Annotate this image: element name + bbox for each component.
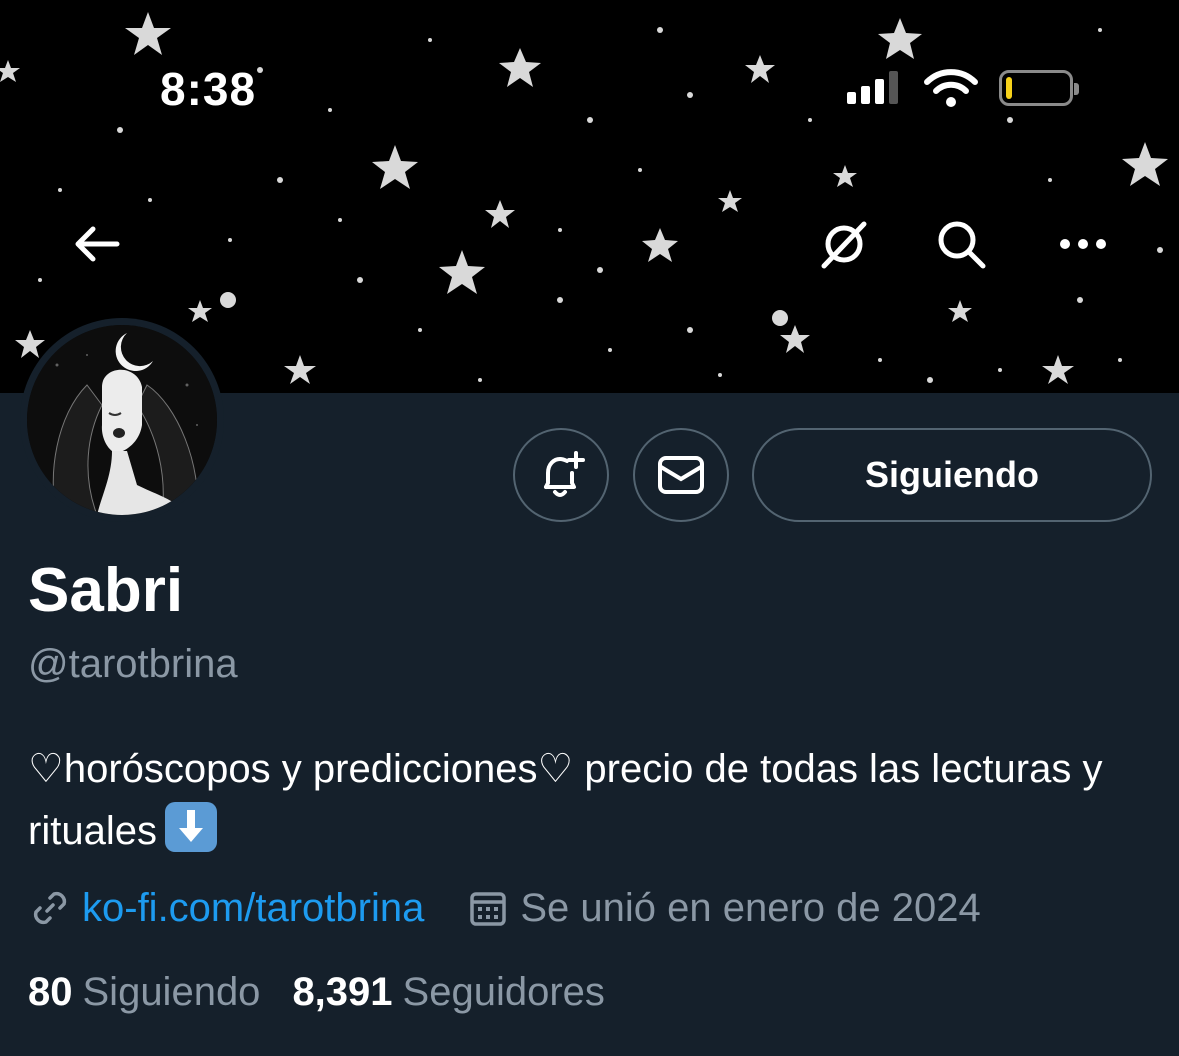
envelope-icon [658,456,704,494]
following-label: Siguiendo [82,970,261,1014]
profile-bio: ♡horóscopos y predicciones♡ precio de to… [28,738,1148,862]
back-arrow-icon [75,226,120,262]
following-count: 80 [28,970,73,1014]
avatar-image [27,325,217,515]
link-icon [33,891,67,925]
search-button[interactable] [932,215,990,273]
star [1122,142,1168,186]
star [499,48,541,87]
arrow-down-emoji-icon [164,802,217,852]
wifi-icon [924,69,978,107]
calendar-icon [470,892,507,926]
star [284,355,316,384]
more-options-button[interactable] [1054,215,1112,273]
battery-icon [999,70,1079,106]
star [780,325,810,353]
star [0,60,20,82]
star [15,330,45,358]
star [642,228,678,262]
search-icon [938,221,986,269]
grok-icon [821,221,867,269]
star [878,18,922,59]
followers-label: Seguidores [402,970,605,1014]
star [485,200,515,228]
star [948,300,972,322]
following-stat[interactable]: 80 Siguiendo [28,970,260,1015]
star [718,190,742,212]
profile-avatar[interactable] [20,318,224,522]
grok-button[interactable] [815,215,873,273]
star [439,250,485,294]
status-bar-indicators [845,68,1085,112]
notifications-button[interactable] [513,428,609,522]
message-button[interactable] [633,428,729,522]
star [745,55,775,83]
display-name: Sabri [28,556,184,625]
star [1042,355,1074,384]
back-button[interactable] [68,215,126,273]
star [372,145,418,189]
follow-stats: 80 Siguiendo 8,391 Seguidores [28,970,637,1015]
star [125,12,171,55]
followers-stat[interactable]: 8,391 Seguidores [292,970,604,1015]
bell-plus-icon [544,451,585,497]
status-bar-time: 8:38 [160,63,257,115]
more-dots-icon [1060,239,1106,249]
followers-count: 8,391 [292,970,393,1014]
profile-website-link[interactable]: ko-fi.com/tarotbrina [82,886,424,931]
user-handle: @tarotbrina [28,642,238,686]
star [833,165,857,187]
join-date: Se unió en enero de 2024 [520,885,981,930]
star [188,300,212,322]
following-button[interactable]: Siguiendo [752,428,1152,522]
cellular-signal-icon [845,68,905,108]
profile-meta: ko-fi.com/tarotbrina Se unió en enero de… [28,884,981,932]
